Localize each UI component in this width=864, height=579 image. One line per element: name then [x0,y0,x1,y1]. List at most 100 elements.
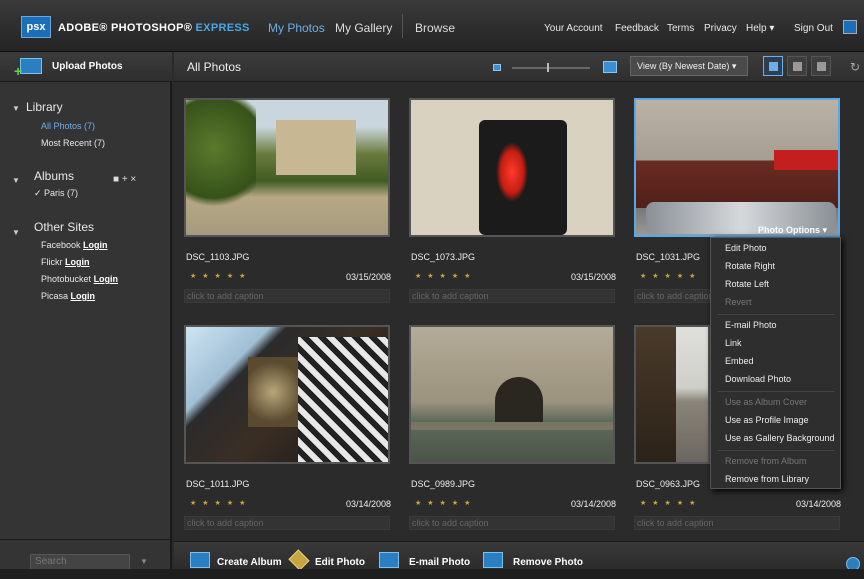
privacy-link[interactable]: Privacy [704,23,737,34]
photo-filename: DSC_1103.JPG [186,252,250,262]
photo-thumbnail[interactable] [409,325,615,464]
sidebar-divider [0,539,172,540]
main-header: All Photos View (By Newest Date) ▾ ↻ [174,52,864,82]
picasa-login-link[interactable]: Login [71,291,96,301]
album-item-paris[interactable]: ✓ Paris (7) [34,188,78,199]
menu-remove-from-library[interactable]: Remove from Library [725,474,809,484]
caption-field[interactable]: click to add caption [409,516,615,530]
help-menu[interactable]: Help ▾ [746,23,774,34]
remove-photo-button[interactable]: Remove Photo [513,557,583,568]
page-title: All Photos [187,60,242,74]
photo-filename: DSC_1031.JPG [636,252,701,262]
menu-rotate-left[interactable]: Rotate Left [725,279,769,289]
facebook-login-link[interactable]: Login [83,240,108,250]
window-icon[interactable] [843,20,857,34]
menu-use-as-gallery-background[interactable]: Use as Gallery Background [725,433,835,443]
photo-thumbnail[interactable] [634,325,710,464]
upload-icon [14,58,42,79]
upload-photos-button[interactable]: Upload Photos [0,52,172,82]
caption-field[interactable]: click to add caption [634,289,714,303]
photo-filename: DSC_1073.JPG [411,252,476,262]
photo-date: 03/14/2008 [796,499,842,509]
email-photo-button[interactable]: E-mail Photo [409,557,470,568]
flickr-login-link[interactable]: Login [65,257,90,267]
left-sidebar: Upload Photos ▼ Library All Photos (7) M… [0,52,172,579]
zoom-out-icon[interactable] [493,64,501,71]
nav-my-gallery[interactable]: My Gallery [335,21,392,35]
menu-rotate-right[interactable]: Rotate Right [725,261,775,271]
photo-options-button[interactable]: Photo Options ▾ [758,225,827,236]
photobucket-login-link[interactable]: Login [94,274,119,284]
rating-stars[interactable]: ★★★★★ [415,272,476,280]
photo-date: 03/14/2008 [571,499,617,509]
zoom-in-icon[interactable] [603,61,617,73]
other-sites-toggle-icon[interactable]: ▼ [12,228,20,237]
site-picasa[interactable]: Picasa Login [41,291,95,301]
upload-label: Upload Photos [52,61,123,72]
sign-out-link[interactable]: Sign Out [794,23,833,34]
caption-field[interactable]: click to add caption [184,516,390,530]
edit-photo-button[interactable]: Edit Photo [315,557,365,568]
view-list-button[interactable] [811,56,831,76]
nav-browse[interactable]: Browse [415,21,455,35]
view-sort-select[interactable]: View (By Newest Date) ▾ [630,56,748,76]
your-account-link[interactable]: Your Account [544,23,603,34]
photo-thumbnail[interactable] [409,98,615,237]
caption-field[interactable]: click to add caption [184,289,390,303]
rating-stars[interactable]: ★★★★★ [415,499,476,507]
site-photobucket[interactable]: Photobucket Login [41,274,118,284]
menu-use-as-profile-image[interactable]: Use as Profile Image [725,415,809,425]
photo-thumbnail[interactable] [184,98,390,237]
create-album-button[interactable]: Create Album [217,557,282,568]
menu-divider [717,450,835,451]
menu-revert: Revert [725,297,752,307]
menu-divider [717,391,835,392]
menu-use-as-album-cover: Use as Album Cover [725,397,808,407]
search-dropdown-icon[interactable]: ▼ [140,557,148,566]
view-grid-button[interactable] [787,56,807,76]
rating-stars[interactable]: ★★★★★ [640,272,701,280]
photo-thumbnail-selected[interactable] [634,98,840,237]
psx-logo[interactable]: psx [21,16,51,38]
photo-date: 03/15/2008 [571,272,617,282]
rating-stars[interactable]: ★★★★★ [190,499,251,507]
albums-title[interactable]: Albums [34,169,74,183]
rating-stars[interactable]: ★★★★★ [640,499,701,507]
zoom-slider[interactable] [512,67,590,69]
library-item-all-photos[interactable]: All Photos (7) [41,121,95,131]
site-facebook[interactable]: Facebook Login [41,240,108,250]
nav-my-photos[interactable]: My Photos [268,21,325,35]
rating-stars[interactable]: ★★★★★ [190,272,251,280]
other-sites-title[interactable]: Other Sites [34,220,94,234]
thumbnails-icon [769,62,778,71]
menu-remove-from-album: Remove from Album [725,456,807,466]
menu-embed[interactable]: Embed [725,356,754,366]
zoom-slider-handle[interactable] [547,63,549,72]
list-icon [817,62,826,71]
albums-toggle-icon[interactable]: ▼ [12,176,20,185]
terms-link[interactable]: Terms [667,23,694,34]
caption-field[interactable]: click to add caption [634,516,840,530]
menu-divider [717,314,835,315]
view-thumbnails-button[interactable] [763,56,783,76]
photo-filename: DSC_0989.JPG [411,479,476,489]
library-item-most-recent[interactable]: Most Recent (7) [41,138,105,148]
feedback-link[interactable]: Feedback [615,23,659,34]
library-toggle-icon[interactable]: ▼ [12,104,20,113]
album-tools[interactable]: ■ + × [113,174,136,185]
caption-field[interactable]: click to add caption [409,289,615,303]
remove-photo-icon [483,552,503,568]
library-title[interactable]: Library [26,100,63,114]
nav-divider [402,14,403,38]
photo-filename: DSC_0963.JPG [636,479,701,489]
photo-date: 03/14/2008 [346,499,392,509]
menu-download-photo[interactable]: Download Photo [725,374,791,384]
photo-date: 03/15/2008 [346,272,392,282]
photo-options-menu: Edit Photo Rotate Right Rotate Left Reve… [710,237,841,489]
menu-link[interactable]: Link [725,338,742,348]
photo-thumbnail[interactable] [184,325,390,464]
site-flickr[interactable]: Flickr Login [41,257,90,267]
menu-edit-photo[interactable]: Edit Photo [725,243,767,253]
refresh-icon[interactable]: ↻ [850,60,860,74]
menu-email-photo[interactable]: E-mail Photo [725,320,777,330]
